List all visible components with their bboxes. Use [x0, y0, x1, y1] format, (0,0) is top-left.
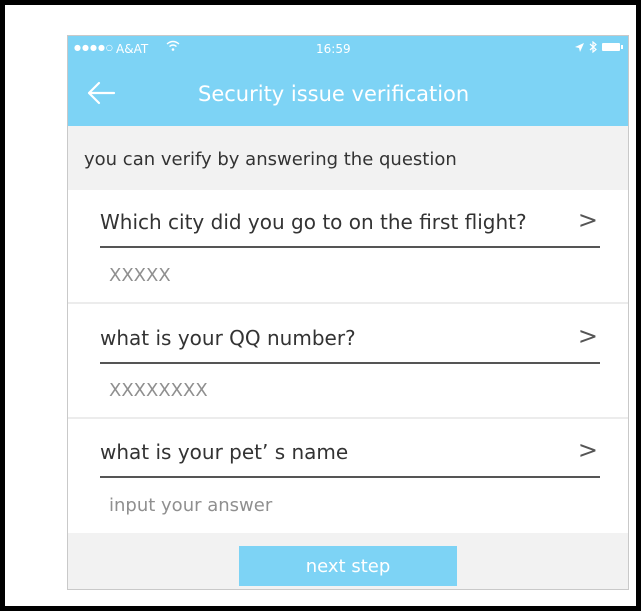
status-right-icons: [575, 41, 623, 53]
answer-input[interactable]: [109, 491, 409, 519]
question-label: what is your pet’ s name: [100, 440, 349, 464]
question-row-first-flight-city[interactable]: Which city did you go to on the first fl…: [100, 198, 600, 248]
screenshot-frame: ●●●●○ A&AT 16:59 Security issue verifica…: [0, 0, 641, 611]
question-label: what is your QQ number?: [100, 326, 356, 350]
chevron-right-icon: >: [577, 206, 598, 234]
answer-value: XXXXXXXX: [109, 380, 208, 401]
status-bar: ●●●●○ A&AT 16:59: [68, 36, 628, 64]
location-arrow-icon: [575, 42, 584, 52]
bluetooth-icon: [589, 41, 597, 53]
phone-screen: ●●●●○ A&AT 16:59 Security issue verifica…: [67, 35, 629, 590]
row-divider: [68, 417, 628, 419]
signal-strength-icon: ●●●●○: [74, 43, 114, 52]
back-arrow-icon[interactable]: [86, 80, 120, 110]
carrier-name: A&AT: [116, 42, 149, 56]
wifi-icon: [166, 40, 180, 56]
verification-hint: you can verify by answering the question: [84, 149, 457, 170]
page-title: Security issue verification: [198, 82, 470, 106]
question-row-pet-name[interactable]: what is your pet’ s name >: [100, 428, 600, 478]
battery-icon: [602, 43, 623, 51]
status-time: 16:59: [316, 42, 351, 56]
next-step-button[interactable]: next step: [239, 546, 457, 586]
answer-value: XXXXX: [109, 265, 171, 286]
question-label: Which city did you go to on the first fl…: [100, 210, 527, 234]
app-header: ●●●●○ A&AT 16:59 Security issue verifica…: [68, 36, 628, 126]
chevron-right-icon: >: [577, 322, 598, 350]
row-divider: [68, 302, 628, 304]
chevron-right-icon: >: [577, 436, 598, 464]
question-row-qq-number[interactable]: what is your QQ number? >: [100, 314, 600, 364]
